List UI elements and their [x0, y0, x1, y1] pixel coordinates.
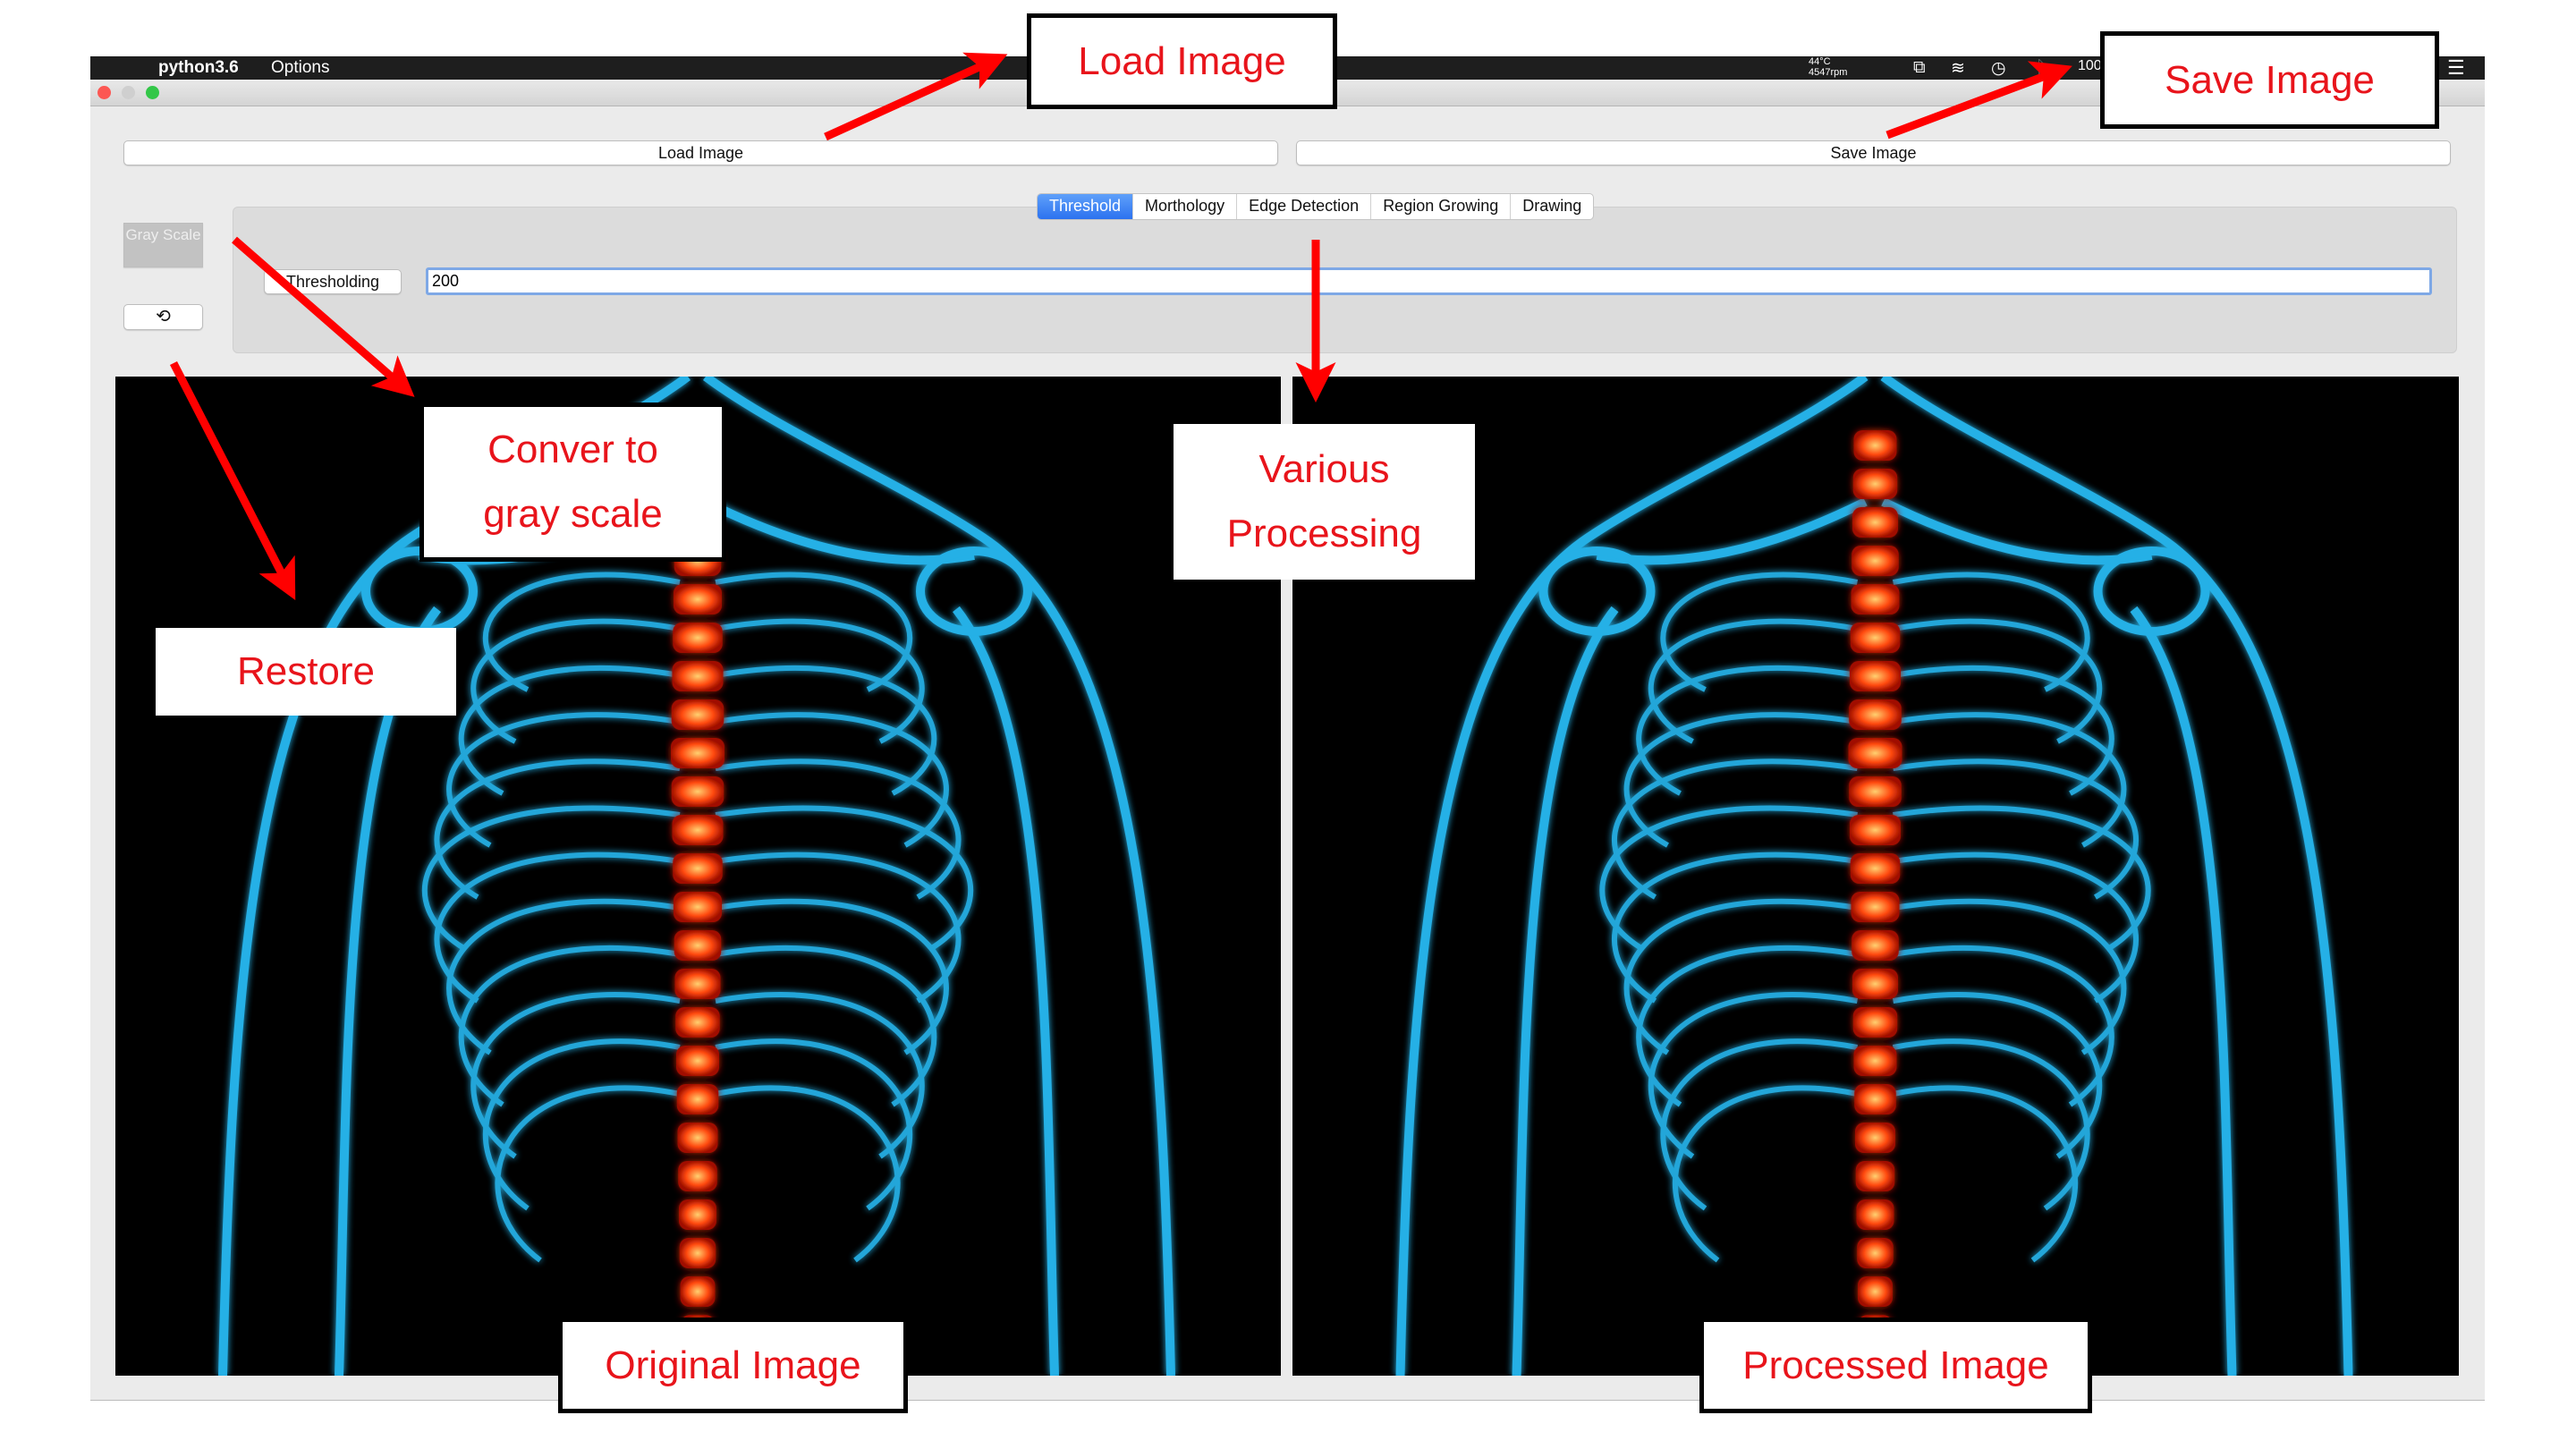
callout-restore: Restore: [156, 628, 456, 716]
callout-load-image: Load Image: [1027, 13, 1337, 109]
arrow-save: [1885, 61, 2072, 140]
callout-original-image: Original Image: [558, 1318, 908, 1413]
arrow-load: [824, 52, 1008, 141]
callout-processed-image: Processed Image: [1699, 1318, 2092, 1413]
annotation-arrows: [169, 52, 2072, 601]
arrow-gray: [232, 236, 415, 397]
callout-gray-scale: Conver to gray scale: [419, 402, 726, 562]
callout-save-image: Save Image: [2100, 31, 2439, 129]
callout-various-processing: Various Processing: [1174, 424, 1475, 580]
arrow-restore: [169, 360, 296, 601]
